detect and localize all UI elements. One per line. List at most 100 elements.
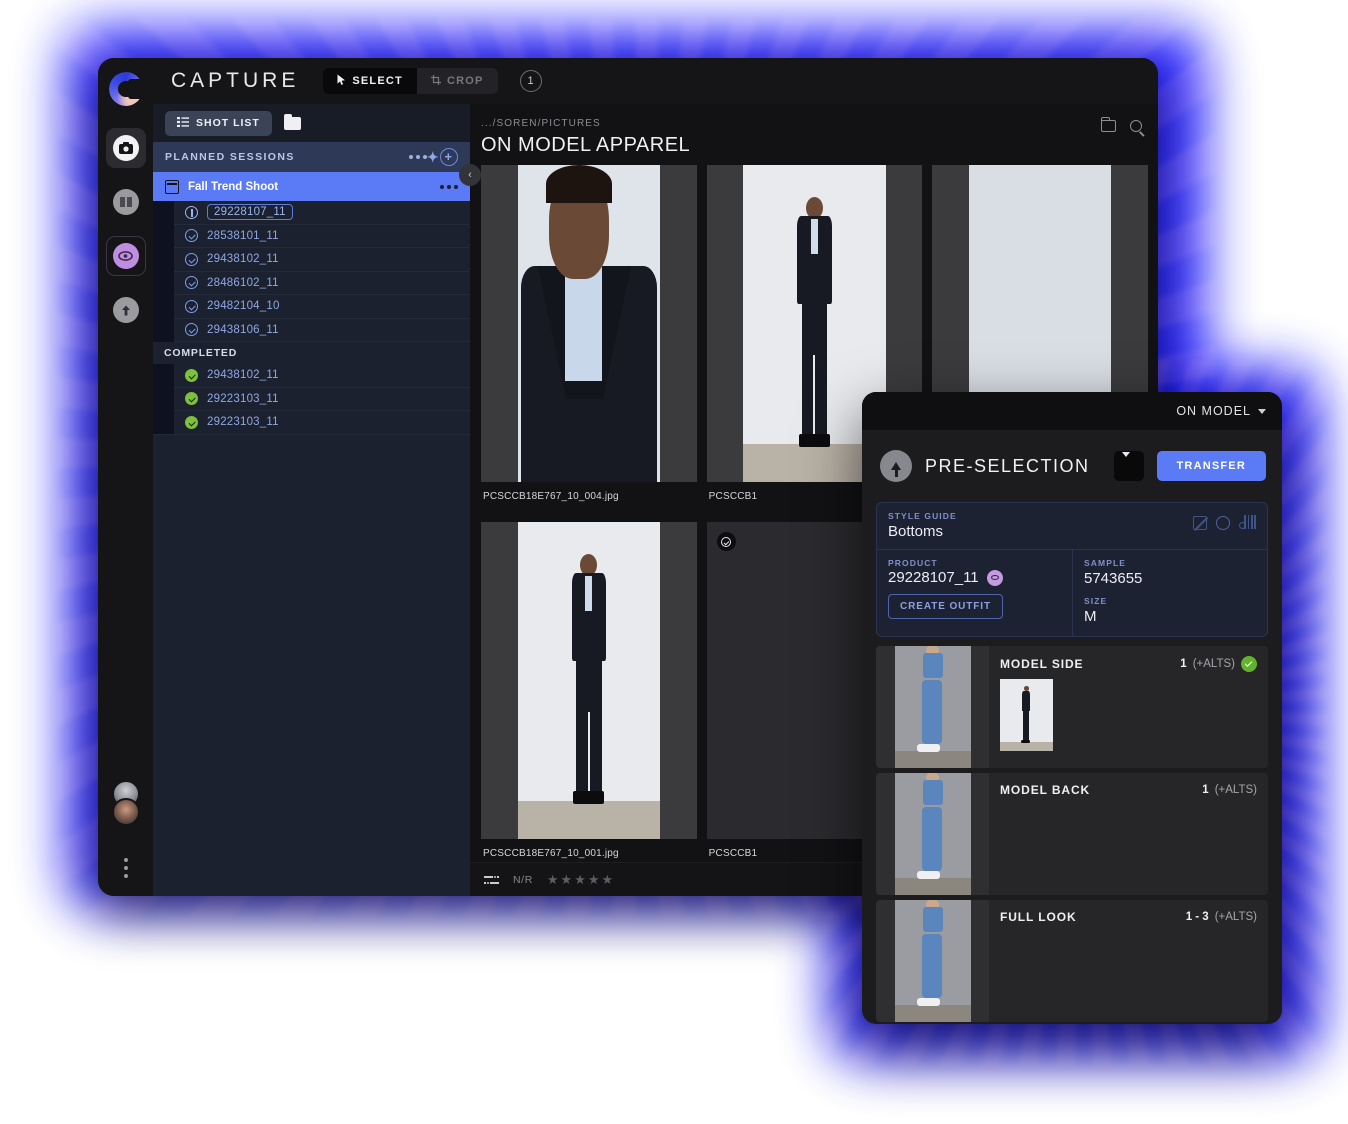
- tool-mode-toggle: SELECT CROP: [323, 68, 497, 94]
- shot-name: FULL LOOK: [1000, 910, 1077, 924]
- approved-icon: [1241, 656, 1257, 672]
- status-icon-pending: [185, 300, 198, 313]
- tool-select-button[interactable]: SELECT: [323, 68, 417, 94]
- shot-row[interactable]: 28486102_11: [153, 272, 470, 296]
- sample-value: 5743655: [1084, 570, 1256, 587]
- completed-row[interactable]: 29438102_11: [153, 364, 470, 388]
- rail-item-upload[interactable]: [106, 290, 146, 330]
- photo-thumbnail[interactable]: [481, 522, 697, 839]
- folder-icon[interactable]: [284, 117, 301, 130]
- completed-header: COMPLETED: [153, 342, 470, 364]
- list-icon: [177, 117, 189, 130]
- barcode-rescan-icon[interactable]: [1239, 515, 1256, 530]
- product-label: PRODUCT: [888, 558, 1061, 568]
- shot-name: MODEL BACK: [1000, 783, 1090, 797]
- shot-row[interactable]: 29482104_10: [153, 295, 470, 319]
- size-label: SIZE: [1084, 596, 1256, 606]
- rail-item-capture[interactable]: [106, 128, 146, 168]
- style-guide-row: STYLE GUIDE Bottoms: [877, 503, 1267, 550]
- rail-item-book[interactable]: [106, 182, 146, 222]
- shot-row[interactable]: 29438106_11: [153, 319, 470, 343]
- left-icon-rail: [98, 58, 153, 896]
- shot-id: 29438106_11: [207, 324, 279, 336]
- status-icon-done: [185, 392, 198, 405]
- page-title: ON MODEL APPAREL: [481, 134, 1140, 157]
- product-column: PRODUCT 29228107_11 CREATE OUTFIT: [877, 550, 1072, 636]
- completed-row[interactable]: 29223103_11: [153, 388, 470, 412]
- sparkle-icon[interactable]: ✦: [427, 149, 440, 166]
- ellipsis-icon[interactable]: [409, 155, 427, 159]
- shot-thumbnail: [153, 271, 174, 295]
- shot-row[interactable]: 28538101_11: [153, 225, 470, 249]
- shot-row[interactable]: 29438102_11: [153, 248, 470, 272]
- shot-id: 28486102_11: [207, 277, 279, 289]
- shot-alts: (+ALTS): [1215, 784, 1257, 796]
- shot-meta: MODEL SIDE 1 (+ALTS): [989, 646, 1268, 768]
- download-button[interactable]: [1114, 451, 1144, 481]
- avatar-stack[interactable]: [106, 780, 146, 842]
- photo-cell[interactable]: PCSCCB18E767_10_004.jpg: [481, 165, 697, 512]
- panel-title: PRE-SELECTION: [925, 456, 1101, 477]
- ellipsis-icon[interactable]: [440, 185, 458, 189]
- shot-list-label: SHOT LIST: [196, 117, 260, 129]
- photo-thumbnail[interactable]: [481, 165, 697, 482]
- status-icon-active: [185, 206, 198, 219]
- rail-item-review[interactable]: [106, 236, 146, 276]
- shot-card-full-look[interactable]: FULL LOOK 1 - 3 (+ALTS): [876, 900, 1268, 1022]
- shot-count: 1: [1202, 784, 1208, 796]
- shot-list-button[interactable]: SHOT LIST: [165, 111, 272, 136]
- shot-count: 1 - 3: [1186, 911, 1209, 923]
- plus-circle-icon[interactable]: +: [440, 148, 458, 166]
- sliders-icon[interactable]: [484, 873, 499, 886]
- shot-row[interactable]: 29228107_11: [153, 201, 470, 225]
- reference-thumbnail: [876, 900, 989, 1022]
- shot-thumbnail: [153, 248, 174, 272]
- eye-icon[interactable]: [987, 570, 1003, 586]
- chevron-left-icon[interactable]: ‹: [459, 164, 481, 186]
- no-image-icon[interactable]: [1193, 516, 1207, 530]
- transfer-button[interactable]: TRANSFER: [1157, 451, 1267, 481]
- session-row-fall-trend-shoot[interactable]: Fall Trend Shoot: [153, 172, 470, 201]
- pre-selection-panel: ON MODEL PRE-SELECTION TRANSFER STYLE GU…: [862, 392, 1282, 1024]
- circle-icon[interactable]: [1216, 516, 1230, 530]
- create-outfit-button[interactable]: CREATE OUTFIT: [888, 594, 1003, 619]
- status-icon-pending: [185, 229, 198, 242]
- content-header-actions: [1101, 120, 1142, 132]
- shot-card-model-side[interactable]: MODEL SIDE 1 (+ALTS): [876, 646, 1268, 768]
- captured-image-thumbnail[interactable]: [1000, 679, 1053, 751]
- size-value: M: [1084, 608, 1256, 625]
- status-icon-done: [185, 369, 198, 382]
- mode-label: ON MODEL: [1176, 404, 1251, 418]
- shot-alts: (+ALTS): [1215, 911, 1257, 923]
- reference-thumbnail: [876, 773, 989, 895]
- panel-header: PRE-SELECTION TRANSFER: [862, 430, 1282, 502]
- product-value-row: 29228107_11: [888, 569, 1061, 586]
- book-icon: [113, 189, 139, 215]
- shot-id: 29482104_10: [207, 300, 280, 312]
- search-icon[interactable]: [1130, 120, 1142, 132]
- star-rating[interactable]: ★★★★★: [547, 872, 615, 888]
- step-badge[interactable]: 1: [520, 70, 542, 92]
- photo-cell[interactable]: PCSCCB18E767_10_001.jpg: [481, 522, 697, 862]
- breadcrumb: .../SOREN/PICTURES: [481, 118, 1140, 129]
- status-icon-pending: [185, 323, 198, 336]
- rating-label: N/R: [513, 874, 533, 886]
- shot-id: 29223103_11: [207, 393, 279, 405]
- overflow-menu-icon[interactable]: [124, 858, 128, 878]
- photo-select-icon[interactable]: [717, 532, 736, 551]
- reference-thumbnail: [876, 646, 989, 768]
- app-title: CAPTURE: [171, 69, 299, 93]
- tool-crop-button[interactable]: CROP: [417, 68, 498, 94]
- shot-thumbnail: [153, 364, 174, 388]
- app-topbar: CAPTURE SELECT CROP 1: [153, 58, 1158, 104]
- completed-row[interactable]: 29223103_11: [153, 411, 470, 435]
- shot-count: 1: [1180, 658, 1186, 670]
- avatar[interactable]: [112, 798, 140, 826]
- shot-card-model-back[interactable]: MODEL BACK 1 (+ALTS): [876, 773, 1268, 895]
- arrow-up-icon: [113, 297, 139, 323]
- shot-thumbnail: [153, 224, 174, 248]
- folder-icon[interactable]: [1101, 120, 1116, 132]
- camera-icon: [113, 135, 139, 161]
- mode-dropdown[interactable]: ON MODEL: [1176, 404, 1266, 418]
- shot-alts: (+ALTS): [1193, 658, 1235, 670]
